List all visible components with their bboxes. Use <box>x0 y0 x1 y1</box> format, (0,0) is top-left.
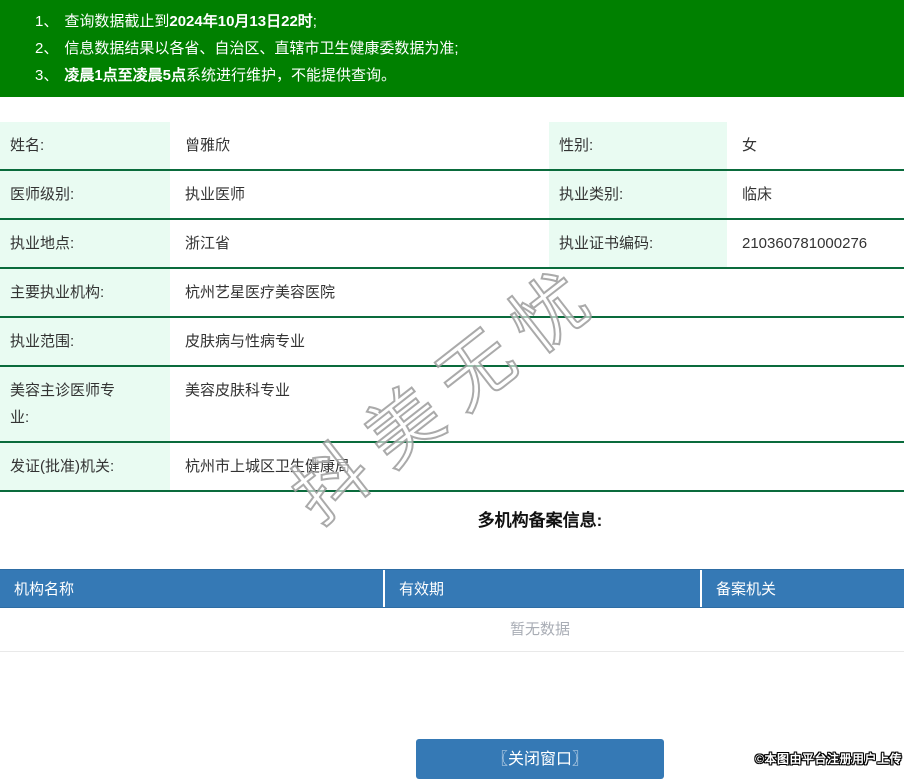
table-row: 姓名: 曾雅欣 性别: 女 <box>0 122 904 171</box>
field-value-practice-scope: 皮肤病与性病专业 <box>185 333 306 350</box>
column-header-institution-name: 机构名称 <box>14 581 75 598</box>
doctor-profile-table: 姓名: 曾雅欣 性别: 女 医师级别: 执业医师 执业类别: 临床 执业地点: … <box>0 122 904 492</box>
field-label-practice-category: 执业类别: <box>547 171 729 218</box>
column-header-filing-authority: 备案机关 <box>700 570 904 607</box>
button-area: 〖关闭窗口〗 <box>0 739 904 779</box>
column-header-validity-period: 有效期 <box>383 570 700 607</box>
field-value-main-institution: 杭州艺星医疗美容医院 <box>185 284 336 301</box>
field-value-doctor-level: 执业医师 <box>185 186 246 203</box>
field-label-main-institution: 主要执业机构: <box>0 269 172 316</box>
notice-number: 3、 <box>35 67 59 84</box>
field-value-certificate-number: 210360781000276 <box>742 235 868 252</box>
table-row: 执业地点: 浙江省 执业证书编码: 210360781000276 <box>0 220 904 269</box>
notice-text-bold: 2024年10月13日22时 <box>169 13 313 30</box>
close-window-button[interactable]: 〖关闭窗口〗 <box>416 739 664 779</box>
notice-line-1: 1、 查询数据截止到2024年10月13日22时; <box>35 8 894 35</box>
field-value-practice-location: 浙江省 <box>185 235 231 252</box>
field-label-practice-scope: 执业范围: <box>0 318 172 365</box>
field-label-gender: 性别: <box>547 122 729 169</box>
notice-text: 系统进行维护，不能提供查询。 <box>186 67 397 84</box>
notice-line-2: 2、 信息数据结果以各省、自治区、直辖市卫生健康委数据为准; <box>35 35 894 62</box>
notice-text: ; <box>312 13 317 30</box>
page: 1、 查询数据截止到2024年10月13日22时; 2、 信息数据结果以各省、自治区… <box>0 0 904 779</box>
field-label-name: 姓名: <box>0 122 172 169</box>
field-value-gender: 女 <box>742 137 758 154</box>
field-label-issuing-authority: 发证(批准)机关: <box>0 443 172 490</box>
field-value-cosmetic-specialty: 美容皮肤科专业 <box>185 382 291 399</box>
notice-text: 信息数据结果以各省、自治区、直辖市卫生健康委数据为准; <box>64 40 459 57</box>
notice-text: 查询数据截止到 <box>64 13 170 30</box>
multi-org-section-title: 多机构备案信息: <box>477 511 603 530</box>
field-label-cosmetic-specialty: 美容主诊医师专业: <box>0 367 172 441</box>
field-label-certificate-number: 执业证书编码: <box>547 220 729 267</box>
notice-text-bold: 凌晨1点至凌晨5点 <box>64 67 187 84</box>
table-row: 医师级别: 执业医师 执业类别: 临床 <box>0 171 904 220</box>
notice-number: 1、 <box>35 13 59 30</box>
table-row: 主要执业机构: 杭州艺星医疗美容医院 <box>0 269 904 318</box>
field-value-practice-category: 临床 <box>742 186 773 203</box>
field-label-doctor-level: 医师级别: <box>0 171 172 218</box>
table-row: 发证(批准)机关: 杭州市上城区卫生健康局 <box>0 443 904 492</box>
notice-number: 2、 <box>35 40 59 57</box>
table-row: 执业范围: 皮肤病与性病专业 <box>0 318 904 367</box>
field-value-issuing-authority: 杭州市上城区卫生健康局 <box>185 458 351 475</box>
field-value-name: 曾雅欣 <box>185 137 231 154</box>
notice-line-3: 3、 凌晨1点至凌晨5点系统进行维护，不能提供查询。 <box>35 62 894 89</box>
org-table-header: 机构名称 有效期 备案机关 <box>0 569 904 608</box>
table-row: 美容主诊医师专业: 美容皮肤科专业 <box>0 367 904 443</box>
field-label-practice-location: 执业地点: <box>0 220 172 267</box>
org-table-empty-state: 暂无数据 <box>0 608 904 652</box>
notice-banner: 1、 查询数据截止到2024年10月13日22时; 2、 信息数据结果以各省、自治区… <box>0 0 904 97</box>
